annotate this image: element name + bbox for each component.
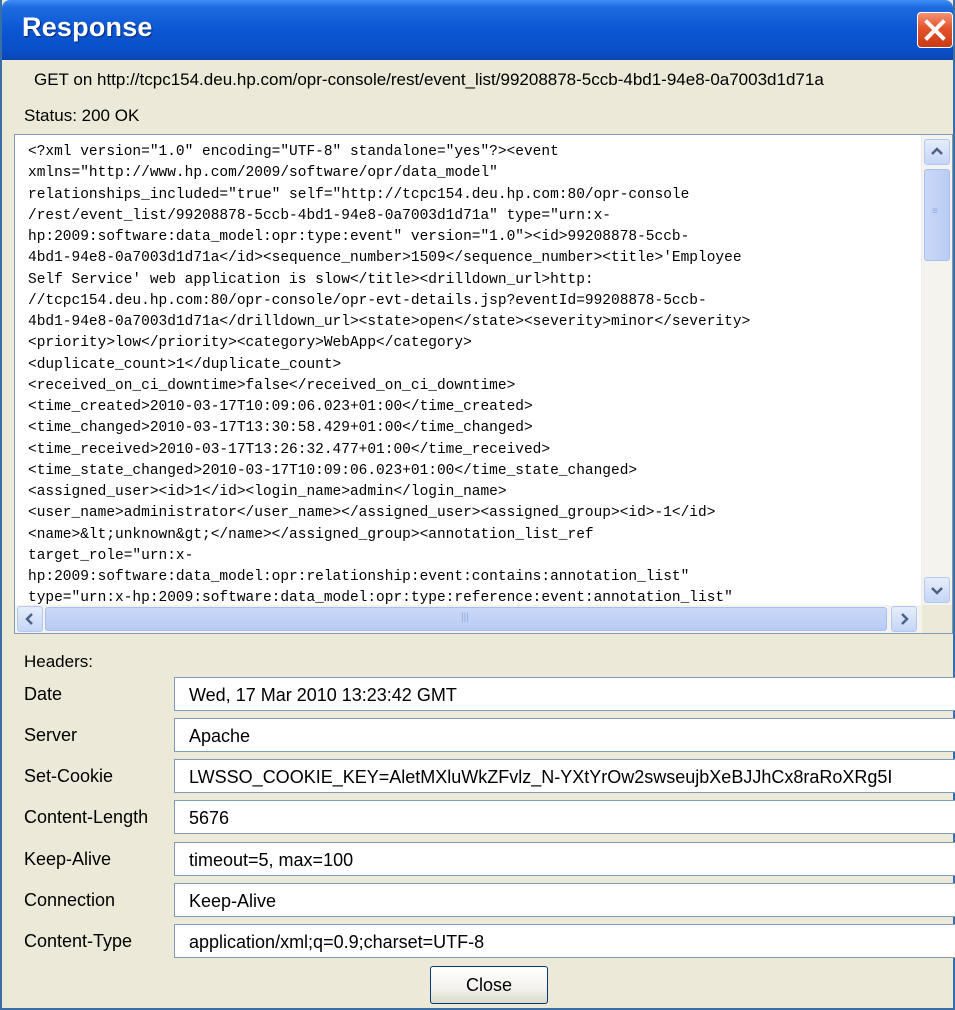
- header-row-content-length: Content-Length 5676: [14, 800, 955, 834]
- header-name: Content-Type: [24, 931, 133, 951]
- chevron-up-icon: [931, 147, 943, 155]
- chevron-left-icon: [25, 613, 33, 625]
- vertical-scrollbar[interactable]: ≡: [921, 135, 952, 605]
- request-url: GET on http://tcpc154.deu.hp.com/opr-con…: [34, 70, 824, 89]
- header-value-field[interactable]: timeout=5, max=100: [174, 842, 955, 876]
- scroll-left-button[interactable]: [17, 606, 43, 632]
- chevron-down-icon: [931, 587, 943, 595]
- header-row-server: Server Apache: [14, 718, 955, 752]
- header-name: Server: [24, 725, 78, 745]
- header-name: Keep-Alive: [24, 849, 112, 869]
- header-row-connection: Connection Keep-Alive: [14, 883, 955, 917]
- header-row-date: Date Wed, 17 Mar 2010 13:23:42 GMT: [14, 677, 955, 711]
- response-body-textarea[interactable]: <?xml version="1.0" encoding="UTF-8" sta…: [14, 134, 953, 634]
- header-value-field[interactable]: Apache: [174, 718, 955, 752]
- scroll-right-button[interactable]: [891, 606, 917, 632]
- header-name: Date: [24, 684, 63, 704]
- header-name: Content-Length: [24, 807, 149, 827]
- header-value-field[interactable]: Wed, 17 Mar 2010 13:23:42 GMT: [174, 677, 955, 711]
- header-value-field[interactable]: LWSSO_COOKIE_KEY=AletMXluWkZFvlz_N-YXtYr…: [174, 759, 955, 793]
- scrollbar-corner: [922, 605, 952, 633]
- response-dialog: Response GET on http://tcpc154.deu.hp.co…: [0, 0, 955, 1010]
- status-text: Status: 200 OK: [24, 106, 140, 125]
- chevron-right-icon: [901, 613, 909, 625]
- headers-label: Headers:: [24, 652, 93, 671]
- scroll-up-button[interactable]: [924, 139, 950, 165]
- header-value-field[interactable]: application/xml;q=0.9;charset=UTF-8: [174, 924, 955, 958]
- header-value-field[interactable]: 5676: [174, 800, 955, 834]
- close-button[interactable]: Close: [430, 966, 548, 1004]
- header-name: Connection: [24, 890, 116, 910]
- close-icon[interactable]: [917, 12, 953, 48]
- header-row-keep-alive: Keep-Alive timeout=5, max=100: [14, 842, 955, 876]
- title-bar[interactable]: Response: [2, 0, 953, 60]
- header-row-set-cookie: Set-Cookie LWSSO_COOKIE_KEY=AletMXluWkZF…: [14, 759, 955, 793]
- vertical-scroll-thumb[interactable]: ≡: [924, 169, 950, 261]
- header-name: Set-Cookie: [24, 766, 114, 786]
- horizontal-scrollbar[interactable]: |||: [15, 605, 922, 633]
- scroll-down-button[interactable]: [924, 577, 950, 603]
- response-body-text: <?xml version="1.0" encoding="UTF-8" sta…: [28, 144, 751, 604]
- horizontal-scroll-thumb[interactable]: |||: [45, 607, 887, 631]
- dialog-title: Response: [22, 12, 153, 42]
- header-value-field[interactable]: Keep-Alive: [174, 883, 955, 917]
- header-row-content-type: Content-Type application/xml;q=0.9;chars…: [14, 924, 955, 958]
